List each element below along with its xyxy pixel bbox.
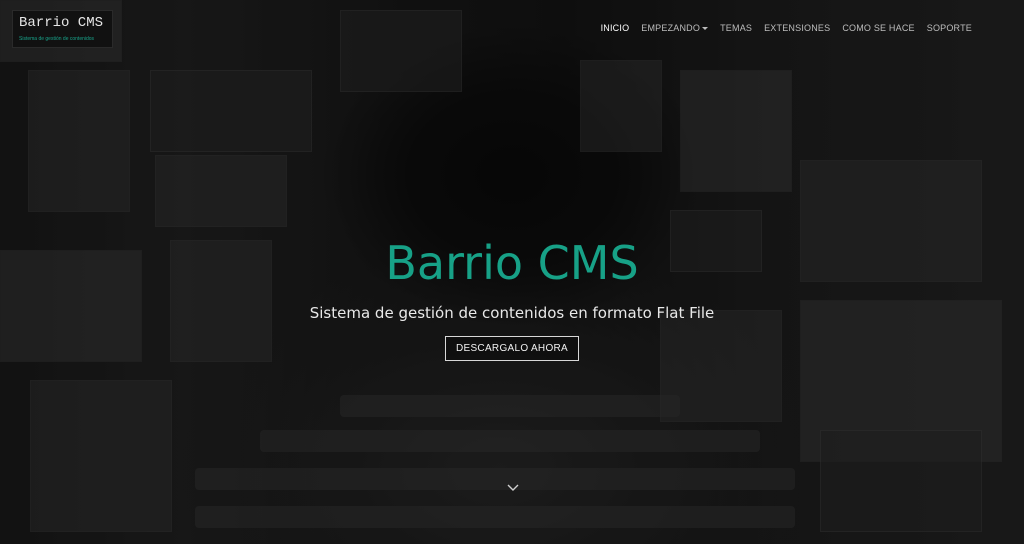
nav-item-soporte[interactable]: SOPORTE <box>927 23 972 33</box>
hero-subtitle: Sistema de gestión de contenidos en form… <box>309 304 715 322</box>
site-logo[interactable]: Barrio CMS Sistema de gestión de conteni… <box>12 10 113 48</box>
hero-section: Barrio CMS Sistema de gestión de conteni… <box>0 0 1024 544</box>
hero-content: Barrio CMS Sistema de gestión de conteni… <box>0 232 1024 361</box>
nav-item-label: EMPEZANDO <box>641 23 701 33</box>
main-nav: INICIO EMPEZANDO TEMAS EXTENSIONES COMO … <box>601 23 972 33</box>
nav-item-label: COMO SE HACE <box>842 23 915 33</box>
nav-item-extensiones[interactable]: EXTENSIONES <box>764 23 830 33</box>
nav-item-como-se-hace[interactable]: COMO SE HACE <box>842 23 914 33</box>
caret-down-icon <box>702 26 709 30</box>
logo-subtitle: Sistema de gestión de contenidos <box>19 36 95 42</box>
download-button[interactable]: DESCARGALO AHORA <box>444 336 580 361</box>
nav-item-label: EXTENSIONES <box>764 23 831 33</box>
hero-title: Barrio CMS <box>385 236 639 290</box>
nav-item-temas[interactable]: TEMAS <box>720 23 752 33</box>
nav-item-empezando[interactable]: EMPEZANDO <box>641 23 709 33</box>
nav-item-label: SOPORTE <box>926 23 972 33</box>
nav-item-inicio[interactable]: INICIO <box>601 23 630 33</box>
nav-item-label: TEMAS <box>720 23 753 33</box>
chevron-down-icon[interactable] <box>506 482 520 494</box>
nav-item-label: INICIO <box>600 23 630 33</box>
logo-title: Barrio CMS <box>19 15 104 31</box>
